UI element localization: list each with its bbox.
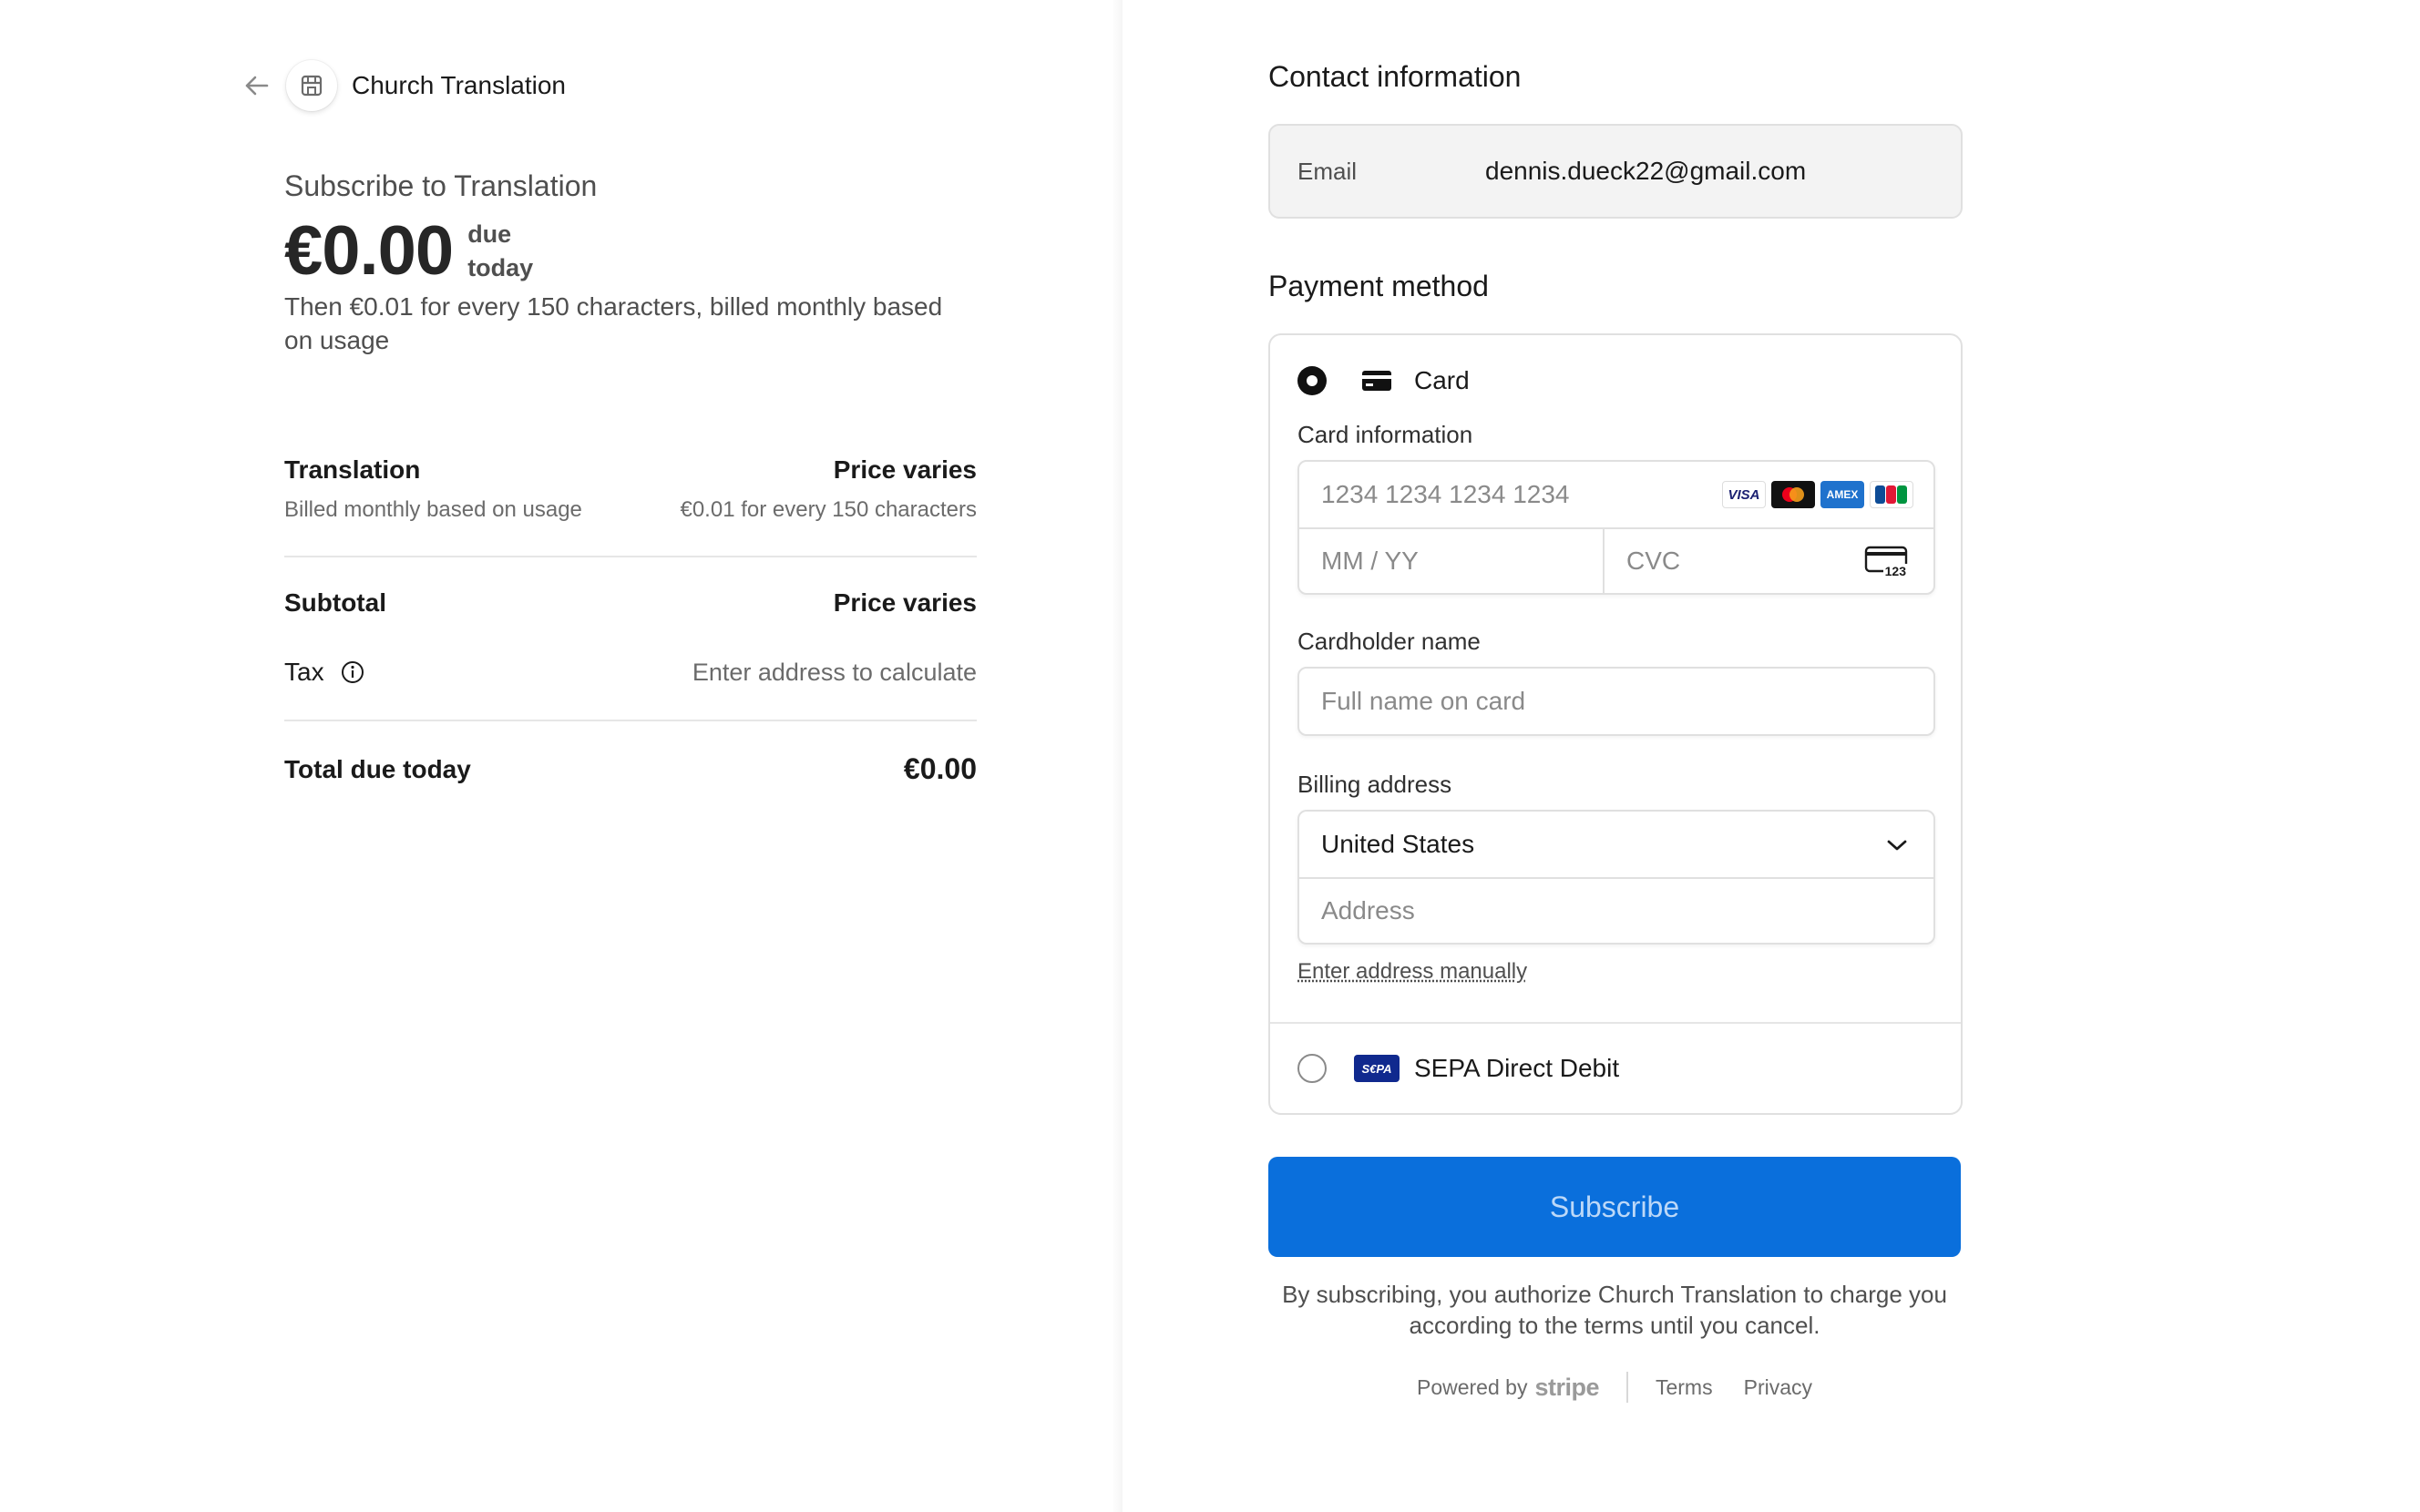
card-icon	[1354, 366, 1400, 395]
price-amount: €0.00	[284, 212, 454, 290]
tax-label: Tax	[284, 658, 324, 686]
chevron-down-icon	[1886, 830, 1908, 859]
powered-by[interactable]: Powered by stripe	[1417, 1374, 1599, 1402]
total-row: Total due today €0.00	[284, 752, 977, 786]
cvc-input[interactable]: CVC 123	[1603, 529, 1933, 593]
merchant-header: Church Translation	[244, 60, 566, 111]
divider	[284, 720, 977, 721]
line-item-name: Translation	[284, 455, 421, 484]
stripe-logo: stripe	[1534, 1373, 1599, 1401]
mastercard-icon	[1771, 481, 1815, 508]
cardholder-row: Full name on card	[1299, 669, 1933, 734]
card-radio[interactable]	[1297, 366, 1327, 395]
payment-method-box: Card Card information 1234 1234 1234 123…	[1268, 333, 1963, 1115]
billing-address-group: United States Address	[1297, 810, 1935, 945]
manual-address-wrap: Enter address manually	[1270, 959, 1961, 985]
contact-title: Contact information	[1268, 60, 1522, 93]
subtotal-row: Subtotal Price varies	[284, 588, 977, 618]
card-info-label: Card information	[1297, 421, 1473, 448]
cardholder-group: Full name on card	[1297, 667, 1935, 736]
footer-separator	[1625, 1372, 1628, 1403]
merchant-name: Church Translation	[352, 71, 567, 99]
price-row: €0.00 due today	[284, 211, 533, 291]
payment-panel: Contact information Email dennis.dueck22…	[1123, 0, 2420, 1512]
visa-icon: VISA	[1722, 481, 1766, 508]
privacy-link[interactable]: Privacy	[1744, 1375, 1812, 1400]
line-item-details: Billed monthly based on usage €0.01 for …	[284, 497, 977, 523]
line-item-billing: Billed monthly based on usage	[284, 497, 582, 522]
line-item: Translation Price varies	[284, 455, 977, 485]
enter-address-manually-link[interactable]: Enter address manually	[1297, 959, 1527, 984]
tax-label-wrap: Tax	[284, 658, 364, 687]
sepa-label: SEPA Direct Debit	[1414, 1054, 1620, 1082]
country-select[interactable]: United States	[1299, 812, 1933, 877]
amex-icon: AMEX	[1820, 481, 1864, 508]
jcb-icon	[1870, 481, 1913, 508]
terms-link[interactable]: Terms	[1656, 1375, 1713, 1400]
sepa-option[interactable]: S€PA SEPA Direct Debit	[1270, 1022, 1961, 1113]
country-row: United States	[1299, 812, 1933, 877]
summary-section: Subtotal Price varies Tax Enter address …	[284, 556, 977, 786]
card-brands: VISA AMEX	[1722, 481, 1913, 508]
card-info-group: 1234 1234 1234 1234 VISA AMEX MM / YY CV…	[1297, 460, 1935, 595]
back-arrow-icon[interactable]	[244, 73, 270, 98]
info-icon[interactable]	[341, 660, 364, 684]
store-icon	[286, 60, 337, 111]
email-value: dennis.dueck22@gmail.com	[1485, 157, 1807, 185]
card-number-input[interactable]: 1234 1234 1234 1234	[1299, 462, 1722, 527]
address-input[interactable]: Address	[1299, 879, 1933, 943]
subtotal-label: Subtotal	[284, 588, 386, 617]
legal-text: By subscribing, you authorize Church Tra…	[1282, 1281, 1947, 1339]
footer: Powered by stripe Terms Privacy	[1268, 1372, 1961, 1403]
price-description: Then €0.01 for every 150 characters, bil…	[284, 292, 943, 354]
cvc-placeholder: CVC	[1626, 547, 1681, 575]
email-field[interactable]: Email dennis.dueck22@gmail.com	[1268, 124, 1963, 219]
sepa-icon: S€PA	[1354, 1055, 1400, 1082]
total-value: €0.00	[903, 752, 977, 785]
due-line-1: due	[467, 220, 512, 248]
tax-row: Tax Enter address to calculate	[284, 658, 977, 687]
order-summary-panel: Church Translation Subscribe to Translat…	[0, 0, 1123, 1512]
cardholder-label: Cardholder name	[1297, 628, 1481, 655]
billing-address-label: Billing address	[1297, 771, 1452, 798]
line-items: Translation Price varies Billed monthly …	[284, 455, 977, 523]
line-item-rate: €0.01 for every 150 characters	[680, 497, 977, 522]
cvc-icon-text: 123	[1882, 564, 1908, 578]
subscribe-button[interactable]: Subscribe	[1268, 1157, 1961, 1257]
total-label: Total due today	[284, 754, 471, 783]
expiry-input[interactable]: MM / YY	[1299, 529, 1603, 593]
country-value: United States	[1321, 830, 1475, 858]
cvc-icon: 123	[1864, 546, 1908, 578]
address-row: Address	[1299, 877, 1933, 943]
panel-divider	[1112, 0, 1123, 1512]
card-option[interactable]: Card	[1270, 335, 1961, 426]
line-item-price: Price varies	[833, 455, 977, 484]
powered-by-label: Powered by	[1416, 1374, 1528, 1399]
card-label: Card	[1414, 366, 1470, 394]
due-today-label: due today	[467, 218, 533, 285]
subtotal-value: Price varies	[833, 588, 977, 617]
sepa-radio[interactable]	[1297, 1054, 1327, 1083]
email-label: Email	[1297, 157, 1358, 185]
due-line-2: today	[467, 254, 534, 281]
card-number-row: 1234 1234 1234 1234 VISA AMEX	[1299, 462, 1933, 527]
product-title: Subscribe to Translation	[284, 169, 598, 202]
divider	[284, 556, 977, 557]
expiry-cvc-row: MM / YY CVC 123	[1299, 527, 1933, 593]
payment-method-title: Payment method	[1268, 270, 1489, 302]
cardholder-input[interactable]: Full name on card	[1299, 669, 1933, 734]
tax-value: Enter address to calculate	[692, 658, 977, 686]
